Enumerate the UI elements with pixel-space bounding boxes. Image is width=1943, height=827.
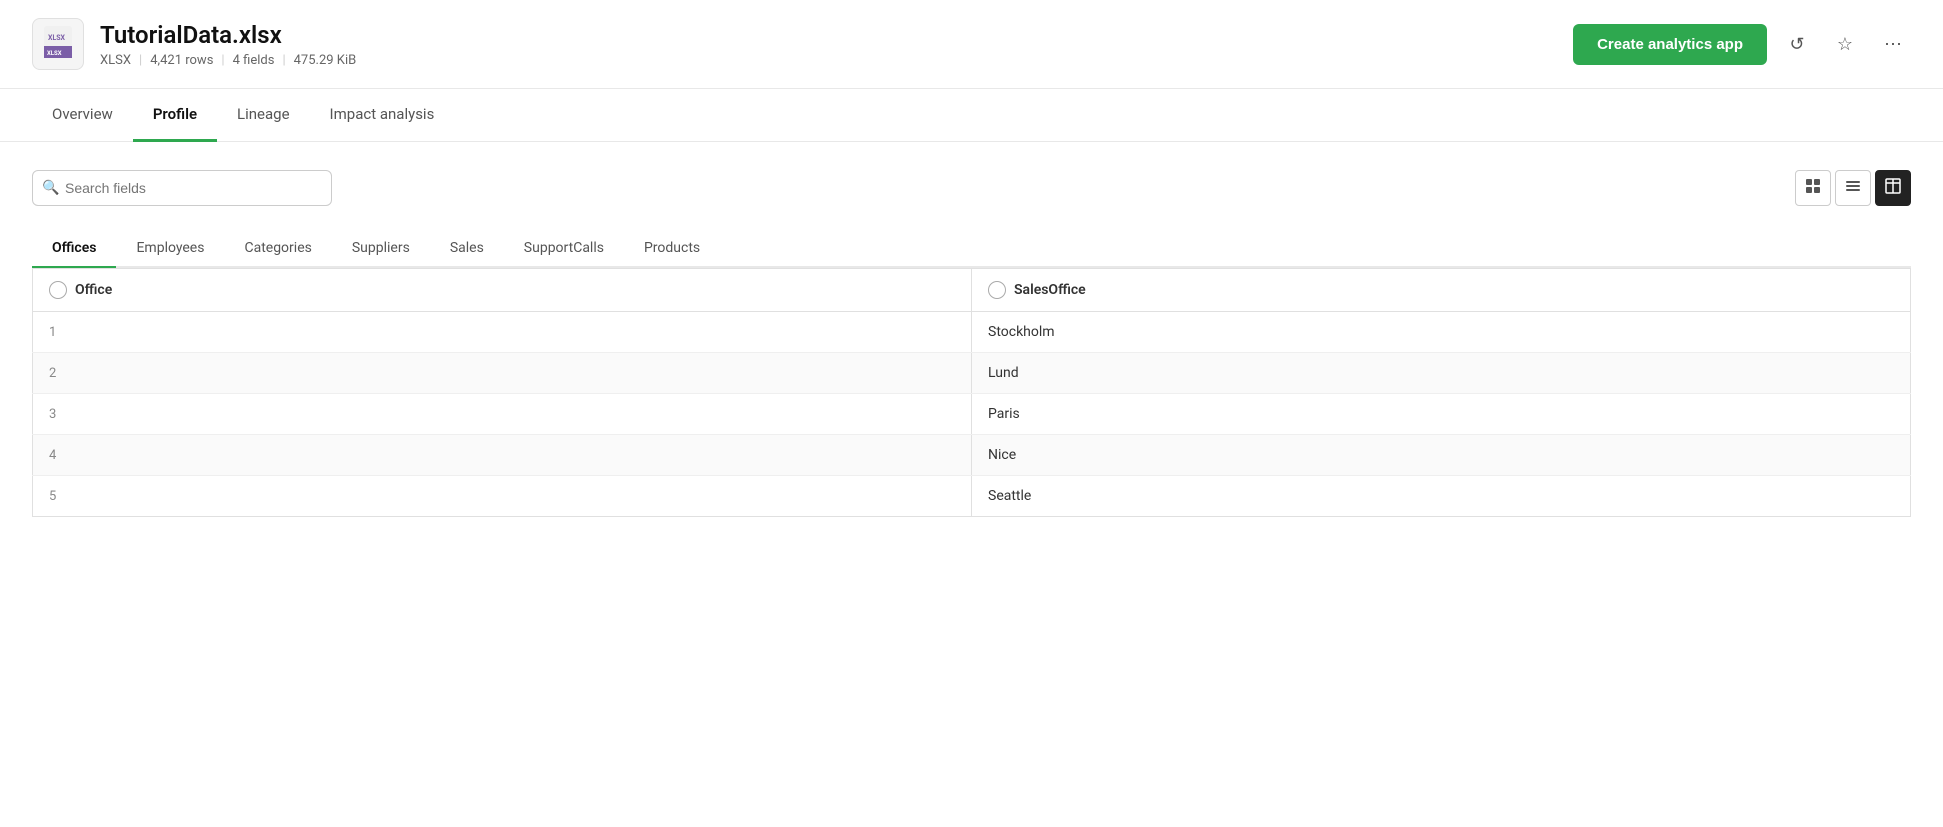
row-number: 3 [49,407,56,422]
file-fields: 4 fields [233,53,275,68]
view-toggle-buttons [1795,170,1911,206]
grid-icon [1805,178,1821,199]
more-options-button[interactable]: ⋯ [1875,26,1911,62]
file-rows: 4,421 rows [150,53,213,68]
cell-office-num: 3 [33,394,972,435]
file-icon-wrap: XLSX XLSX [32,18,84,70]
table-row: 2 Lund [33,353,1911,394]
tab-profile[interactable]: Profile [133,89,217,142]
col-header-salesoffice: SalesOffice [972,269,1911,312]
main-content: 🔍 [0,142,1943,545]
row-number: 4 [49,448,56,463]
data-table: Office SalesOffice 1 Stockholm 2 [32,268,1911,517]
table-row: 5 Seattle [33,476,1911,517]
row-number: 5 [49,489,56,504]
star-icon: ☆ [1837,34,1853,55]
create-analytics-app-button[interactable]: Create analytics app [1573,24,1767,65]
salesoffice-col-checkbox[interactable] [988,281,1006,299]
file-type: XLSX [100,53,131,68]
meta-sep-2: | [221,53,224,68]
favorite-icon-button[interactable]: ☆ [1827,26,1863,62]
cell-salesoffice: Seattle [972,476,1911,517]
sheet-tabs: Offices Employees Categories Suppliers S… [32,230,1911,268]
search-input[interactable] [32,170,332,206]
page-header: XLSX XLSX TutorialData.xlsx XLSX | 4,421… [0,0,1943,89]
cell-office-num: 4 [33,435,972,476]
svg-text:XLSX: XLSX [48,34,66,42]
sheet-tab-offices[interactable]: Offices [32,230,116,268]
sheet-tab-employees[interactable]: Employees [116,230,224,268]
svg-text:XLSX: XLSX [47,50,62,57]
cell-office-num: 2 [33,353,972,394]
office-col-label: Office [75,282,112,298]
file-title: TutorialData.xlsx [100,21,356,49]
grid-view-button[interactable] [1795,170,1831,206]
ellipsis-icon: ⋯ [1884,34,1902,55]
table-view-button[interactable] [1875,170,1911,206]
table-row: 4 Nice [33,435,1911,476]
search-icon: 🔍 [42,180,59,196]
sheet-tab-supportcalls[interactable]: SupportCalls [504,230,624,268]
sheet-tab-sales[interactable]: Sales [430,230,504,268]
office-col-checkbox[interactable] [49,281,67,299]
salesoffice-col-label: SalesOffice [1014,282,1086,298]
sheet-tab-suppliers[interactable]: Suppliers [332,230,430,268]
row-number: 2 [49,366,56,381]
search-toolbar: 🔍 [32,170,1911,206]
cell-salesoffice: Paris [972,394,1911,435]
meta-sep-1: | [139,53,142,68]
file-size: 475.29 KiB [294,53,357,68]
tab-impact-analysis[interactable]: Impact analysis [310,89,455,142]
file-info: TutorialData.xlsx XLSX | 4,421 rows | 4 … [100,21,356,68]
sheet-tab-categories[interactable]: Categories [224,230,331,268]
table-icon [1885,178,1901,199]
meta-sep-3: | [282,53,285,68]
main-tabs: Overview Profile Lineage Impact analysis [0,89,1943,142]
list-view-button[interactable] [1835,170,1871,206]
cell-salesoffice: Lund [972,353,1911,394]
refresh-icon-button[interactable]: ↺ [1779,26,1815,62]
table-row: 3 Paris [33,394,1911,435]
header-left: XLSX XLSX TutorialData.xlsx XLSX | 4,421… [32,18,356,70]
file-icon: XLSX XLSX [44,26,72,62]
col-header-office: Office [33,269,972,312]
tab-lineage[interactable]: Lineage [217,89,310,142]
cell-office-num: 1 [33,312,972,353]
tab-overview[interactable]: Overview [32,89,133,142]
row-number: 1 [49,325,56,340]
list-icon [1845,178,1861,199]
cell-salesoffice: Nice [972,435,1911,476]
search-input-wrap: 🔍 [32,170,332,206]
refresh-icon: ↺ [1789,34,1804,55]
sheet-tab-products[interactable]: Products [624,230,720,268]
cell-salesoffice: Stockholm [972,312,1911,353]
cell-office-num: 5 [33,476,972,517]
file-meta: XLSX | 4,421 rows | 4 fields | 475.29 Ki… [100,53,356,68]
table-row: 1 Stockholm [33,312,1911,353]
header-right: Create analytics app ↺ ☆ ⋯ [1573,24,1911,65]
